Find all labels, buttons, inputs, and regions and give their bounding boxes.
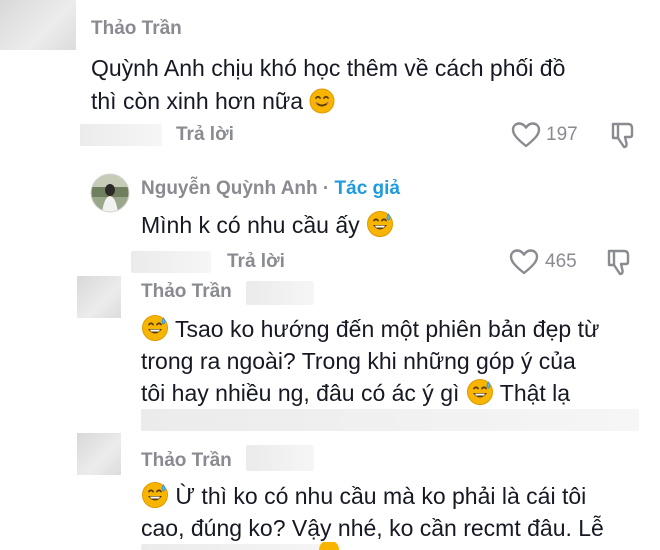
reply-button[interactable]: Trả lời <box>176 124 234 146</box>
comment-text-line-2: trong ra ngoài? Trong khi những góp ý củ… <box>141 344 576 378</box>
comment-text-line: Mình k có nhu cầu ấy <box>141 212 360 238</box>
heart-outline-icon[interactable] <box>511 121 541 149</box>
comment-text-line-2: thì còn xinh hơn nữa <box>91 84 335 118</box>
like-count: 197 <box>546 124 578 145</box>
smiling-face-emoji <box>319 542 339 550</box>
comment-username[interactable]: Thảo Trần <box>141 281 232 303</box>
comment-text-line: tôi hay nhiều ng, đâu có ác ý gì <box>141 380 460 406</box>
comment-text-line: cao, đúng ko? Vậy nhé, ko cần recmt đâu.… <box>141 515 604 541</box>
avatar[interactable] <box>77 276 121 318</box>
comment-text: Ừ thì ko có nhu cầu mà ko phải là cái tô… <box>141 479 586 513</box>
grinning-face-with-sweat-emoji <box>466 379 493 405</box>
reply-button[interactable]: Trả lời <box>227 251 285 273</box>
blurred-cutoff-line <box>141 544 341 550</box>
blurred-username-suffix <box>246 445 314 471</box>
blurred-timestamp <box>131 251 211 273</box>
grinning-face-with-sweat-emoji <box>367 211 394 237</box>
heart-outline-icon[interactable] <box>509 248 539 276</box>
comment-text-line-2: cao, đúng ko? Vậy nhé, ko cần recmt đâu.… <box>141 511 604 545</box>
thumbs-down-icon[interactable] <box>609 120 637 150</box>
comment-text-line: Tsao ko hướng đến một phiên bản đẹp từ <box>174 316 600 342</box>
comment-text-line-3: tôi hay nhiều ng, đâu có ác ý gì Thật lạ <box>141 376 570 410</box>
comment-text-line: trong ra ngoài? Trong khi những góp ý củ… <box>141 348 576 374</box>
comment-text: Tsao ko hướng đến một phiên bản đẹp từ <box>141 312 599 346</box>
smiling-face-emoji <box>309 88 335 114</box>
author-badge: Tác giả <box>334 178 400 199</box>
comment-text-line: Quỳnh Anh chịu khó học thêm về cách phối… <box>91 55 566 81</box>
thumbs-down-icon[interactable] <box>605 247 633 277</box>
avatar[interactable] <box>0 0 76 50</box>
separator-dot: · <box>322 178 330 199</box>
author-username[interactable]: Nguyễn Quỳnh Anh <box>141 178 318 199</box>
comment-username: Nguyễn Quỳnh Anh · Tác giả <box>141 178 400 200</box>
comment-text: Quỳnh Anh chịu khó học thêm về cách phối… <box>91 51 565 85</box>
comment-text-line: thì còn xinh hơn nữa <box>91 88 304 114</box>
avatar[interactable] <box>90 173 130 213</box>
avatar[interactable] <box>77 433 121 475</box>
grinning-face-with-sweat-emoji <box>142 315 168 341</box>
blurred-timestamp <box>80 124 162 146</box>
comment-username[interactable]: Thảo Trần <box>141 450 232 472</box>
like-count: 465 <box>545 251 577 272</box>
grinning-face-with-sweat-emoji <box>142 482 168 508</box>
comment-text-line: Ừ thì ko có nhu cầu mà ko phải là cái tô… <box>175 483 587 509</box>
blurred-action-row <box>141 409 639 431</box>
comment-text-line: Thật lạ <box>499 380 571 406</box>
comment-username[interactable]: Thảo Trần <box>91 18 182 40</box>
blurred-username-suffix <box>246 281 314 305</box>
comment-text: Mình k có nhu cầu ấy <box>141 208 394 242</box>
